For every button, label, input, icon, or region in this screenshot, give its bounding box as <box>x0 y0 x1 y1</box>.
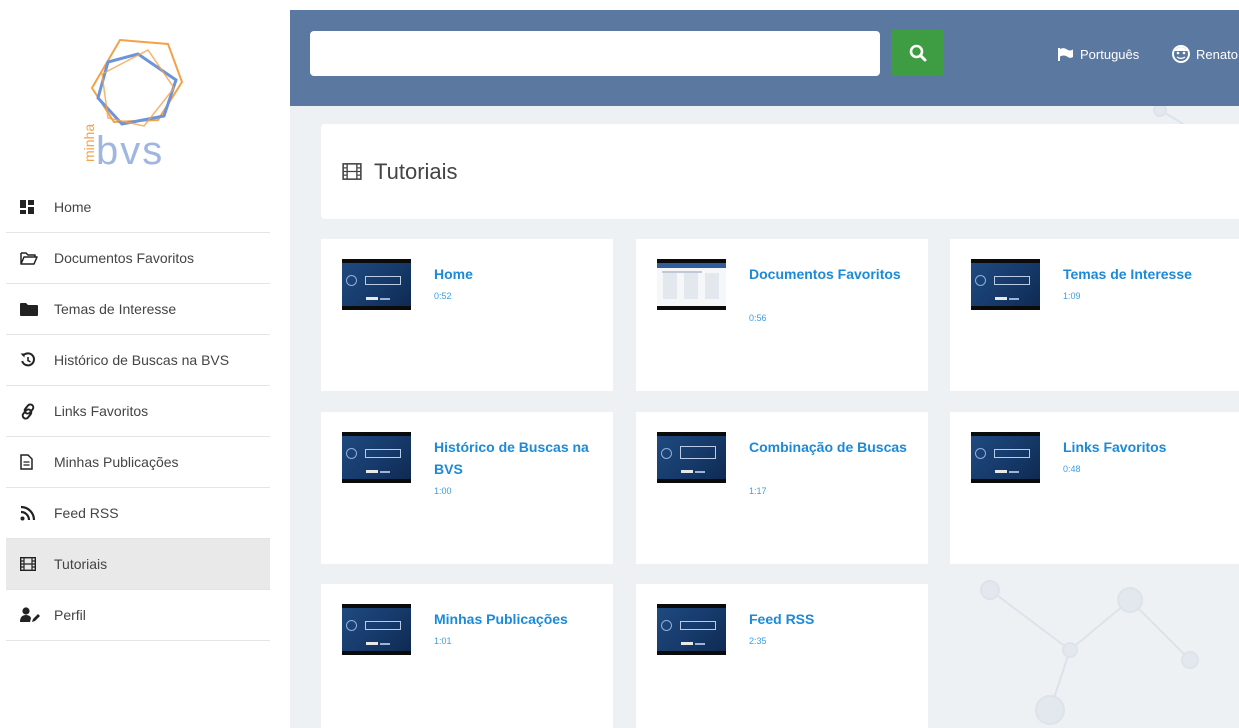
video-thumbnail[interactable] <box>971 432 1040 483</box>
rss-icon <box>20 503 42 523</box>
tutorial-card-feed-rss: Feed RSS 2:35 <box>636 584 928 728</box>
film-icon <box>342 163 362 180</box>
link-icon <box>20 401 42 421</box>
sidebar-item-label: Temas de Interesse <box>54 301 177 317</box>
video-thumbnail[interactable] <box>342 604 411 655</box>
user-avatar-icon <box>1172 45 1190 63</box>
tutorial-title[interactable]: Histórico de Buscas na BVS <box>434 436 602 480</box>
language-selector[interactable]: Português <box>1058 47 1139 62</box>
tutorial-card-links-favoritos: Links Favoritos 0:48 <box>950 412 1239 564</box>
page-title: Tutoriais <box>374 158 458 184</box>
folder-icon <box>20 299 42 319</box>
user-name: Renato <box>1196 46 1238 62</box>
sidebar-item-links-favoritos[interactable]: Links Favoritos <box>6 386 270 437</box>
sidebar-item-documentos-favoritos[interactable]: Documentos Favoritos <box>6 233 270 284</box>
sidebar: minha bvs Home Documentos Favoritos Tema… <box>0 0 270 728</box>
sidebar-item-label: Feed RSS <box>54 505 119 521</box>
tutorial-title[interactable]: Minhas Publicações <box>434 608 602 630</box>
sidebar-item-minhas-publicacoes[interactable]: Minhas Publicações <box>6 437 270 488</box>
flag-icon <box>1058 48 1073 61</box>
main-content: Português Renato Tutoriais Home 0:52 Doc… <box>290 10 1239 728</box>
tutorial-duration: 1:01 <box>434 636 452 646</box>
sidebar-item-label: Perfil <box>54 607 86 623</box>
sidebar-item-temas-de-interesse[interactable]: Temas de Interesse <box>6 284 270 335</box>
sidebar-item-label: Histórico de Buscas na BVS <box>54 352 230 368</box>
video-thumbnail[interactable] <box>657 604 726 655</box>
page-title-card: Tutoriais <box>321 124 1239 219</box>
tutorial-duration: 0:48 <box>1063 464 1081 474</box>
sidebar-item-label: Minhas Publicações <box>54 454 179 470</box>
tutorial-title[interactable]: Home <box>434 263 602 285</box>
video-thumbnail[interactable] <box>657 432 726 483</box>
tutorial-title[interactable]: Links Favoritos <box>1063 436 1231 458</box>
tutorial-duration: 1:00 <box>434 486 452 496</box>
dashboard-icon <box>20 197 42 217</box>
sidebar-item-label: Tutoriais <box>54 556 108 572</box>
tutorial-card-historico: Histórico de Buscas na BVS 1:00 <box>321 412 613 564</box>
folder-open-icon <box>20 248 42 268</box>
sidebar-item-label: Links Favoritos <box>54 403 149 419</box>
search-input[interactable] <box>310 31 880 76</box>
logo-bvs-text: bvs <box>96 129 164 173</box>
tutorial-card-minhas-publicacoes: Minhas Publicações 1:01 <box>321 584 613 728</box>
tutorial-duration: 0:56 <box>749 313 767 323</box>
tutorial-card-combinacao-de-buscas: Combinação de Buscas 1:17 <box>636 412 928 564</box>
tutorial-title[interactable]: Documentos Favoritos <box>749 263 917 285</box>
language-label: Português <box>1080 47 1140 62</box>
video-thumbnail[interactable] <box>342 259 411 310</box>
document-icon <box>20 452 42 472</box>
sidebar-nav: Home Documentos Favoritos Temas de Inter… <box>6 182 270 641</box>
video-thumbnail[interactable] <box>971 259 1040 310</box>
minha-bvs-logo[interactable]: minha bvs <box>78 36 188 176</box>
user-edit-icon <box>20 605 42 625</box>
tutorial-duration: 2:35 <box>749 636 767 646</box>
tutorial-card-home: Home 0:52 <box>321 239 613 391</box>
tutorial-card-documentos-favoritos: Documentos Favoritos 0:56 <box>636 239 928 391</box>
sidebar-item-feed-rss[interactable]: Feed RSS <box>6 488 270 539</box>
sidebar-item-tutoriais[interactable]: Tutoriais <box>6 539 270 590</box>
sidebar-item-label: Home <box>54 199 92 215</box>
sidebar-item-label: Documentos Favoritos <box>54 250 195 266</box>
video-thumbnail[interactable] <box>342 432 411 483</box>
tutorial-card-temas-de-interesse: Temas de Interesse 1:09 <box>950 239 1239 391</box>
tutorial-duration: 1:17 <box>749 486 767 496</box>
tutorial-title[interactable]: Combinação de Buscas <box>749 436 917 458</box>
history-icon <box>20 350 42 370</box>
video-thumbnail[interactable] <box>657 259 726 310</box>
sidebar-item-perfil[interactable]: Perfil <box>6 590 270 641</box>
tutorial-duration: 0:52 <box>434 291 452 301</box>
sidebar-item-home[interactable]: Home <box>6 182 270 233</box>
film-icon <box>20 554 42 574</box>
logo-minha-text: minha <box>81 124 97 162</box>
search-icon <box>909 44 926 61</box>
top-bar: Português Renato <box>290 10 1239 106</box>
tutorial-title[interactable]: Feed RSS <box>749 608 917 630</box>
tutorial-title[interactable]: Temas de Interesse <box>1063 263 1231 285</box>
search-button[interactable] <box>891 29 944 76</box>
tutorial-duration: 1:09 <box>1063 291 1081 301</box>
user-menu[interactable]: Renato <box>1171 44 1238 64</box>
sidebar-item-historico[interactable]: Histórico de Buscas na BVS <box>6 335 270 386</box>
